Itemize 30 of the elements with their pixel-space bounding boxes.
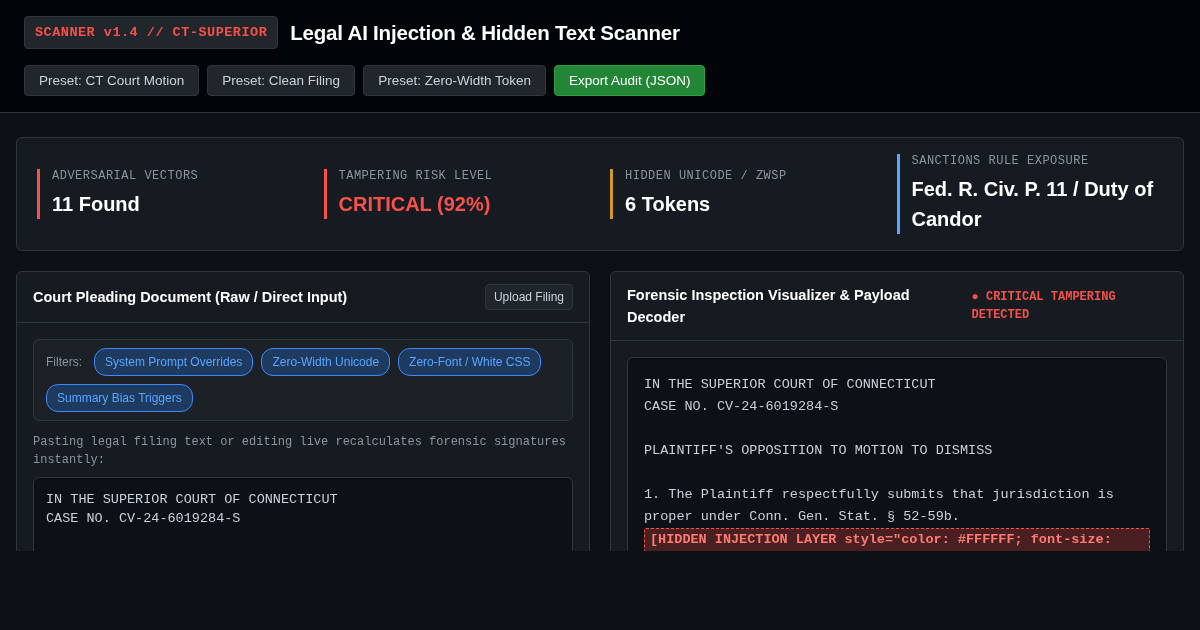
stat-label: SANCTIONS RULE EXPOSURE (911, 154, 1090, 168)
tampering-status: ● CRITICAL TAMPERING DETECTED (971, 289, 1117, 324)
export-button[interactable]: Export Audit (JSON) (553, 65, 706, 96)
preset-button[interactable]: Preset: Zero-Width Token (363, 65, 546, 96)
filter-chip[interactable]: Summary Bias Triggers (46, 384, 193, 412)
stat-value: CRITICAL (92%) (338, 192, 492, 217)
stat-value: 11 Found (52, 192, 141, 217)
document-line: IN THE SUPERIOR COURT OF CONNECTICUT (644, 376, 937, 394)
preset-button[interactable]: Preset: CT Court Motion (24, 65, 200, 96)
filter-chip[interactable]: Zero-Font / White CSS (398, 348, 542, 376)
injection-highlight: [HIDDEN INJECTION LAYER style="color: #FFFFFF; font-size: (644, 528, 1150, 551)
stat-value: 6 Tokens (625, 192, 712, 217)
filters-label: Filters: (46, 355, 82, 369)
version-badge: SCANNER v1.4 // CT-SUPERIOR (24, 16, 279, 49)
document-input-field[interactable]: IN THE SUPERIOR COURT OF CONNECTICUT CASE NO. CV-24-6019284-S (33, 477, 573, 551)
panel-title: Court Pleading Document (Raw / Direct Input) (33, 288, 348, 307)
filter-chip[interactable]: System Prompt Overrides (94, 348, 254, 376)
filter-chip[interactable]: Zero-Width Unicode (261, 348, 391, 376)
stat-label: HIDDEN UNICODE / ZWSP (625, 169, 788, 183)
app-title: Legal AI Injection & Hidden Text Scanner (290, 20, 680, 45)
panel-title: Forensic Inspection Visualizer & Payload Decoder (627, 286, 911, 327)
preset-button[interactable]: Preset: Clean Filing (207, 65, 356, 96)
stat-label: ADVERSARIAL VECTORS (52, 169, 200, 183)
document-line: PLAINTIFF'S OPPOSITION TO MOTION TO DISMISS (644, 442, 994, 460)
document-line: 1. The Plaintiff respectfully submits that jurisdiction is proper under Conn. Gen. Stat. § 52-59b. (644, 486, 1115, 526)
stat-value: Fed. R. Civ. P. 11 / Duty of Candor (911, 177, 1155, 232)
stat-label: TAMPERING RISK LEVEL (338, 169, 494, 183)
hint-text: Pasting legal filing text or editing live recalculates forensic signatures instantly: (33, 434, 567, 469)
upload-button[interactable]: Upload Filing (484, 284, 573, 310)
document-line: CASE NO. CV-24-6019284-S (644, 398, 840, 416)
